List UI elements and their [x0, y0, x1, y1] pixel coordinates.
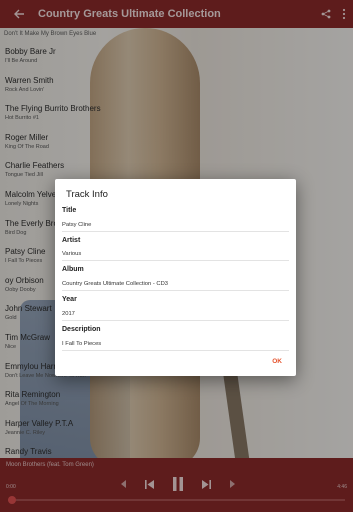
- field-divider: [62, 231, 289, 232]
- field-divider: [62, 320, 289, 321]
- field-label-title: Title: [62, 207, 77, 214]
- field-label-artist: Artist: [62, 237, 81, 244]
- field-value-album: Country Greats Ultimate Collection - CD3: [62, 281, 168, 287]
- field-divider: [62, 290, 289, 291]
- field-value-description: I Fall To Pieces: [62, 341, 102, 347]
- dialog-title: Track Info: [66, 189, 108, 200]
- track-info-dialog: Track Info Title Patsy Cline Artist Vari…: [55, 179, 296, 376]
- ok-button[interactable]: OK: [272, 358, 282, 365]
- field-label-year: Year: [62, 296, 77, 303]
- field-value-artist: Various: [62, 251, 82, 257]
- field-divider: [62, 350, 289, 351]
- field-divider: [62, 260, 289, 261]
- field-label-description: Description: [62, 326, 101, 333]
- field-label-album: Album: [62, 266, 84, 273]
- field-value-title: Patsy Cline: [62, 222, 92, 228]
- field-value-year: 2017: [62, 311, 75, 317]
